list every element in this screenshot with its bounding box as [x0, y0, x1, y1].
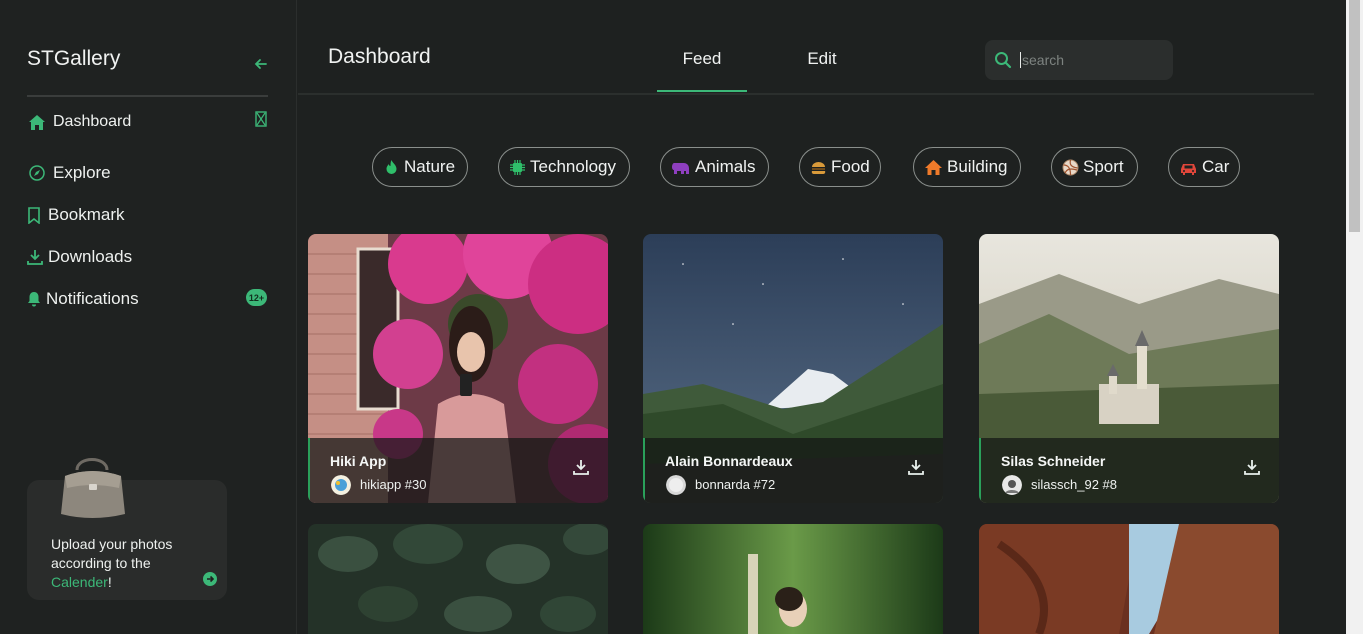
download-icon[interactable]: [907, 458, 925, 476]
photo-leaves: [308, 524, 608, 634]
sidebar-item-explore[interactable]: Explore: [27, 163, 111, 183]
elephant-icon: [671, 159, 691, 176]
volleyball-icon: [1062, 159, 1079, 176]
sidebar-item-label: Notifications: [46, 289, 139, 308]
upload-text: Upload your photos according to the: [51, 536, 173, 571]
card-info: Hiki App hikiapp #30: [308, 438, 608, 503]
category-label: Animals: [695, 157, 756, 176]
page-title: Dashboard: [328, 45, 431, 68]
category-car[interactable]: Car: [1168, 147, 1240, 187]
notifications-badge: 12+: [246, 289, 267, 306]
search-input[interactable]: [1020, 52, 1160, 68]
card-author: Hiki App: [330, 453, 387, 469]
scrollbar-thumb[interactable]: [1349, 0, 1360, 232]
calender-link[interactable]: Calender: [51, 574, 108, 590]
sidebar-item-label: Bookmark: [48, 205, 125, 224]
category-label: Building: [947, 157, 1008, 176]
card-handle: silassch_92 #8: [1031, 477, 1117, 492]
upload-message: Upload your photos according to the Cale…: [51, 535, 211, 592]
bell-icon: [27, 289, 41, 309]
category-food[interactable]: Food: [799, 147, 881, 187]
card-info: Alain Bonnardeaux bonnarda #72: [643, 438, 943, 503]
tab-feed[interactable]: Feed: [657, 49, 747, 69]
sidebar-item-label: Explore: [53, 163, 111, 182]
card-author: Silas Schneider: [1001, 453, 1106, 469]
scrollbar[interactable]: [1346, 0, 1363, 634]
download-icon[interactable]: [1243, 458, 1261, 476]
compass-icon: [27, 163, 47, 183]
category-building[interactable]: Building: [913, 147, 1021, 187]
download-icon: [27, 247, 43, 267]
category-label: Food: [831, 157, 870, 176]
photo-card[interactable]: Silas Schneider silassch_92 #8: [979, 234, 1279, 503]
category-nature[interactable]: Nature: [372, 147, 468, 187]
category-sport[interactable]: Sport: [1051, 147, 1138, 187]
brand-logo: STGallery: [27, 47, 121, 70]
category-technology[interactable]: Technology: [498, 147, 630, 187]
photo-card[interactable]: Hiki App hikiapp #30: [308, 234, 608, 503]
handbag-illustration: [55, 448, 129, 522]
avatar: [331, 475, 351, 495]
category-label: Sport: [1083, 157, 1124, 176]
card-author: Alain Bonnardeaux: [665, 453, 793, 469]
category-animals[interactable]: Animals: [660, 147, 769, 187]
sidebar-item-label: Dashboard: [53, 113, 132, 130]
search-icon: [994, 51, 1012, 69]
bookmark-icon: [27, 205, 41, 225]
card-handle: bonnarda #72: [695, 477, 776, 492]
category-label: Technology: [530, 157, 617, 176]
avatar: [666, 475, 686, 495]
tab-edit[interactable]: Edit: [780, 49, 864, 69]
photo-forest-woman: [643, 524, 943, 634]
photo-card[interactable]: [308, 524, 608, 634]
home-icon: [27, 112, 47, 132]
sidebar-item-label: Downloads: [48, 247, 133, 266]
photo-card[interactable]: [979, 524, 1279, 634]
collapse-sidebar-icon[interactable]: [252, 55, 270, 73]
photo-card[interactable]: Alain Bonnardeaux bonnarda #72: [643, 234, 943, 503]
car-icon: [1179, 159, 1198, 176]
chip-icon: [509, 159, 526, 176]
photo-card[interactable]: [643, 524, 943, 634]
sidebar-item-notifications[interactable]: Notifications: [27, 289, 139, 309]
hourglass-icon: [255, 111, 267, 127]
burger-icon: [810, 159, 827, 176]
upload-arrow-button[interactable]: [203, 572, 217, 586]
category-label: Nature: [404, 157, 456, 176]
house-icon: [924, 159, 943, 176]
active-tab-indicator: [657, 90, 747, 92]
category-label: Car: [1202, 157, 1230, 176]
sidebar-item-dashboard[interactable]: Dashboard: [27, 112, 131, 132]
card-handle: hikiapp #30: [360, 477, 427, 492]
sidebar-item-downloads[interactable]: Downloads: [27, 247, 132, 267]
flame-icon: [383, 159, 400, 176]
header-divider: [298, 93, 1314, 95]
arrow-right-icon: [207, 575, 215, 583]
search-bar[interactable]: [985, 40, 1173, 80]
card-info: Silas Schneider silassch_92 #8: [979, 438, 1279, 503]
sidebar-divider: [27, 95, 268, 97]
upload-text-end: !: [107, 574, 112, 590]
sidebar-item-bookmark[interactable]: Bookmark: [27, 205, 125, 225]
avatar: [1002, 475, 1022, 495]
photo-canyon: [979, 524, 1279, 634]
download-icon[interactable]: [572, 458, 590, 476]
